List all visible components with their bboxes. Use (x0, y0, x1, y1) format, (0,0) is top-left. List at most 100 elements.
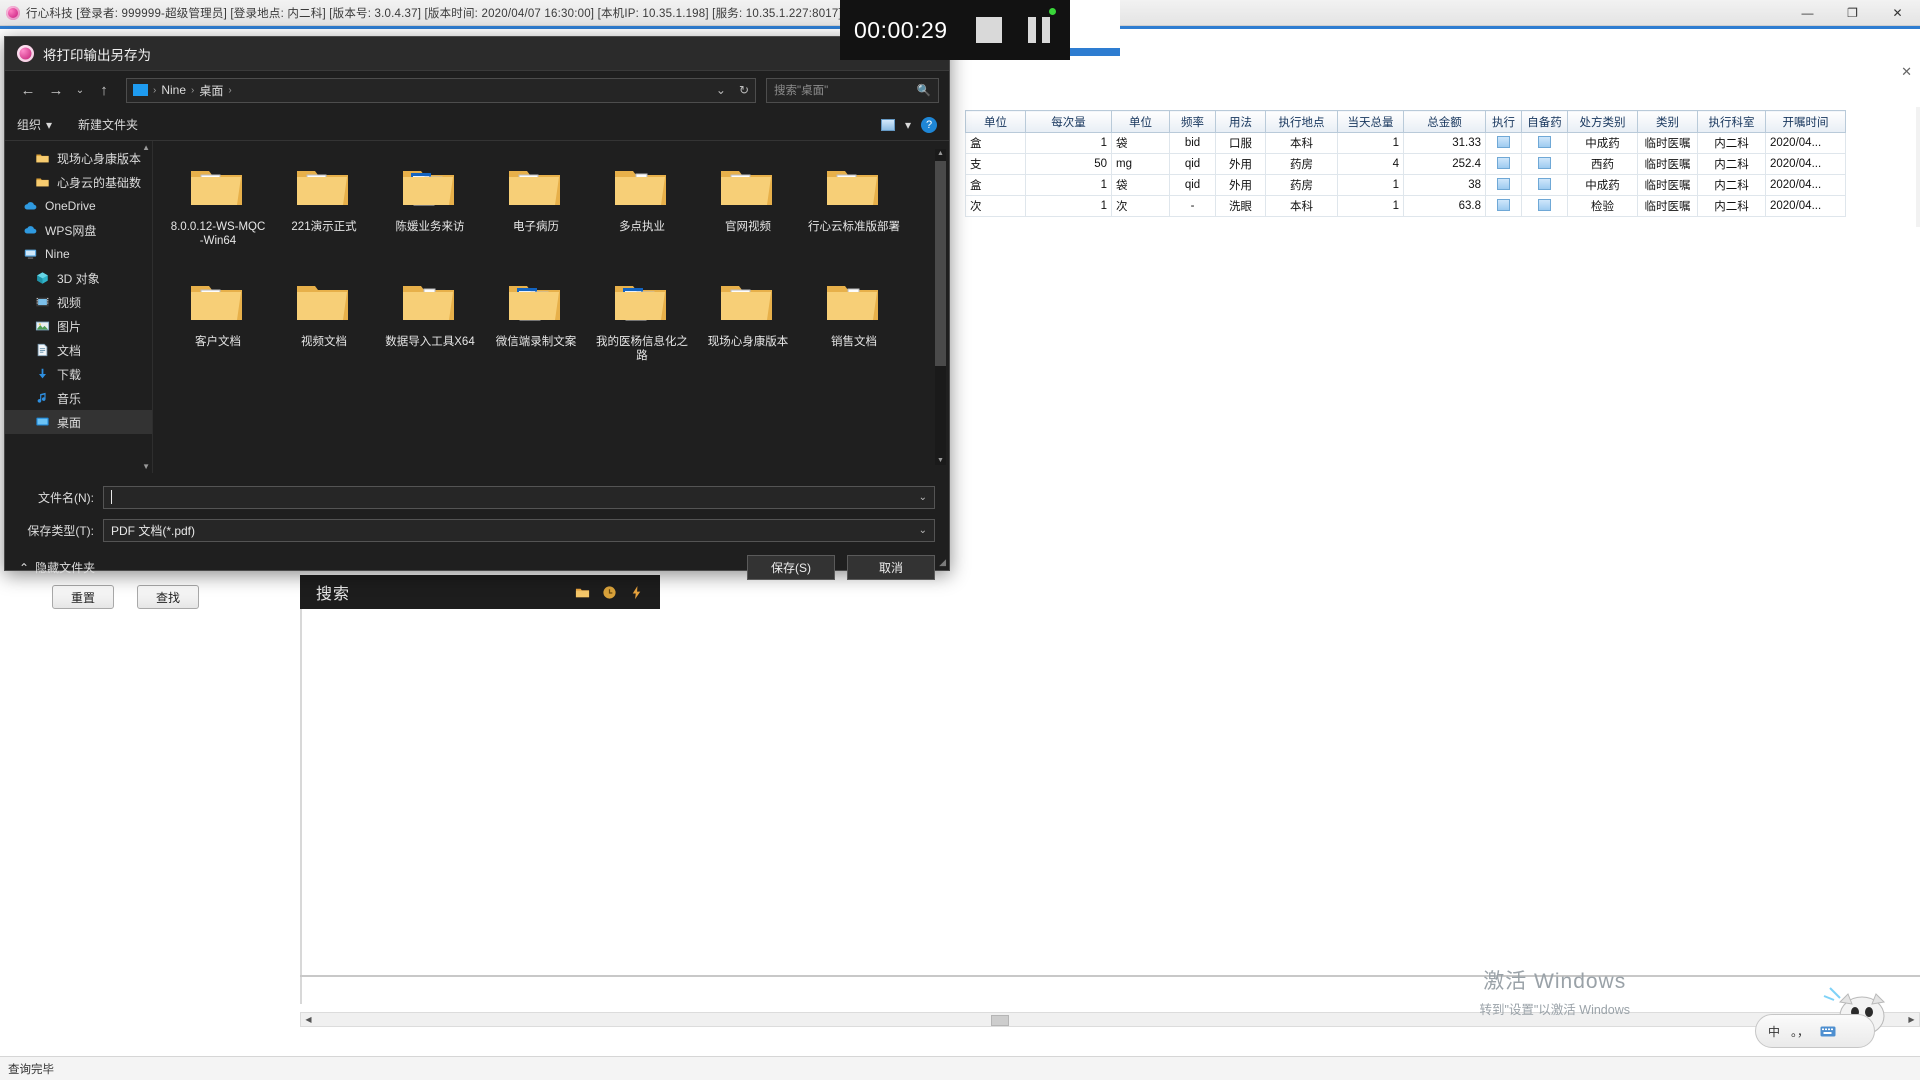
chevron-down-icon[interactable]: ⌄ (919, 525, 927, 536)
minimize-button[interactable]: — (1785, 0, 1830, 26)
sidebar-scroll-up-icon[interactable]: ▲ (142, 143, 150, 152)
file-item-12[interactable]: 现场心身康版本 (695, 270, 801, 385)
row-action-icon[interactable] (1538, 198, 1551, 211)
chevron-down-icon[interactable]: ⌄ (919, 492, 927, 503)
file-item-7[interactable]: 客户文档 (165, 270, 271, 385)
sidebar-item-8[interactable]: 文档 (5, 338, 152, 362)
chevron-down-icon[interactable]: ▾ (905, 118, 911, 132)
sidebar-item-9[interactable]: 下载 (5, 362, 152, 386)
cancel-button[interactable]: 取消 (847, 555, 935, 580)
file-item-11[interactable]: 我的医杨信息化之路 (589, 270, 695, 385)
address-bar[interactable]: › Nine › 桌面 › ⌄ ↻ (126, 77, 756, 103)
sidebar-item-2[interactable]: OneDrive (5, 194, 152, 218)
scroll-down-icon[interactable]: ▼ (935, 457, 946, 464)
find-button[interactable]: 查找 (137, 585, 199, 609)
new-folder-button[interactable]: 新建文件夹 (78, 116, 138, 133)
col-self-drug[interactable]: 自备药 (1521, 110, 1568, 133)
chevron-down-icon[interactable]: ⌄ (716, 83, 726, 97)
file-item-2[interactable]: 陈媛业务来访 (377, 155, 483, 270)
sidebar-item-3[interactable]: WPS网盘 (5, 218, 152, 242)
col-frequency[interactable]: 频率 (1169, 110, 1216, 133)
breadcrumb-item-0[interactable]: Nine (161, 83, 186, 97)
resize-grip[interactable]: ◢ (939, 557, 946, 568)
row-action-icon[interactable] (1538, 177, 1551, 190)
sidebar-item-6[interactable]: 视频 (5, 290, 152, 314)
scroll-up-icon[interactable]: ▲ (935, 150, 946, 157)
table-row[interactable]: 次 1 次 - 洗眼 本科 1 63.8 检验 临时医嘱 内二科 2020/04... (965, 195, 1846, 217)
help-icon[interactable]: ? (921, 116, 937, 133)
sidebar-item-1[interactable]: 心身云的基础数 (5, 170, 152, 194)
file-item-9[interactable]: 数据导入工具X64 (377, 270, 483, 385)
file-item-4[interactable]: 多点执业 (589, 155, 695, 270)
scroll-right-icon[interactable]: ▶ (1904, 1015, 1919, 1024)
col-order-time[interactable]: 开嘱时间 (1765, 110, 1846, 133)
col-usage[interactable]: 用法 (1215, 110, 1266, 133)
lightning-icon[interactable] (629, 585, 644, 600)
col-dept[interactable]: 执行科室 (1697, 110, 1766, 133)
close-button[interactable]: ✕ (1875, 0, 1920, 26)
row-action-icon[interactable] (1497, 198, 1510, 211)
refresh-icon[interactable]: ↻ (739, 83, 749, 97)
horizontal-scroll-thumb[interactable] (991, 1015, 1009, 1026)
row-action-icon[interactable] (1497, 156, 1510, 169)
file-list-pane[interactable]: 8.0.0.12-WS-MQC-Win64 221演示正式 陈媛业务来访 电子病… (153, 141, 949, 473)
reset-button[interactable]: 重置 (52, 585, 114, 609)
file-scroll-thumb[interactable] (935, 161, 946, 366)
file-list-scrollbar[interactable]: ▲ ▼ (935, 149, 946, 465)
view-icon[interactable] (880, 118, 895, 131)
sidebar-item-0[interactable]: 现场心身康版本 (5, 146, 152, 170)
ime-toolbar[interactable]: 中 。， (1755, 1014, 1875, 1048)
stop-icon[interactable] (975, 17, 1002, 43)
hide-folders-toggle[interactable]: ⌃ 隐藏文件夹 (19, 559, 95, 576)
arrow-right-icon[interactable]: → (43, 77, 69, 103)
row-action-icon[interactable] (1538, 135, 1551, 148)
file-item-10[interactable]: 微信端录制文案 (483, 270, 589, 385)
sidebar-item-7[interactable]: 图片 (5, 314, 152, 338)
maximize-button[interactable]: ❐ (1830, 0, 1875, 26)
filename-input[interactable]: ⌄ (103, 485, 935, 509)
search-icon[interactable]: 🔍 (917, 83, 931, 97)
breadcrumb-item-1[interactable]: 桌面 (199, 82, 223, 99)
col-unit2[interactable]: 单位 (1111, 110, 1170, 133)
col-unit1[interactable]: 单位 (965, 110, 1026, 133)
search-input[interactable]: 搜索"桌面" 🔍 (766, 77, 939, 103)
filetype-select[interactable]: PDF 文档(*.pdf) ⌄ (103, 518, 935, 542)
file-item-6[interactable]: 行心云标准版部署 (801, 155, 907, 270)
sidebar-scroll-down-icon[interactable]: ▼ (142, 462, 150, 471)
clock-icon[interactable] (602, 585, 617, 600)
organize-button[interactable]: 组织 ▾ (17, 116, 52, 133)
ime-punctuation-label[interactable]: 。， (1791, 1023, 1809, 1040)
sidebar-item-4[interactable]: Nine (5, 242, 152, 266)
col-amount[interactable]: 总金额 (1403, 110, 1486, 133)
col-dose[interactable]: 每次量 (1025, 110, 1112, 133)
table-row[interactable]: 盒 1 袋 qid 外用 药房 1 38 中成药 临时医嘱 内二科 2020/04... (965, 174, 1846, 196)
row-action-icon[interactable] (1497, 135, 1510, 148)
file-item-3[interactable]: 电子病历 (483, 155, 589, 270)
horizontal-scrollbar[interactable]: ◀ ▶ (300, 1012, 1920, 1027)
col-day-total[interactable]: 当天总量 (1337, 110, 1404, 133)
col-exec[interactable]: 执行 (1485, 110, 1522, 133)
table-row[interactable]: 盒 1 袋 bid 口服 本科 1 31.33 中成药 临时医嘱 内二科 2020/04... (965, 132, 1846, 154)
file-item-0[interactable]: 8.0.0.12-WS-MQC-Win64 (165, 155, 271, 270)
pause-icon[interactable] (1027, 17, 1050, 43)
keyboard-icon[interactable] (1820, 1026, 1836, 1037)
file-item-8[interactable]: 视频文档 (271, 270, 377, 385)
table-row[interactable]: 支 50 mg qid 外用 药房 4 252.4 西药 临时医嘱 内二科 2020/04... (965, 153, 1846, 175)
file-item-5[interactable]: 官网视频 (695, 155, 801, 270)
folder-icon[interactable] (575, 585, 590, 600)
sidebar-item-11[interactable]: 桌面 (5, 410, 152, 434)
save-button[interactable]: 保存(S) (747, 555, 835, 580)
col-exec-place[interactable]: 执行地点 (1265, 110, 1338, 133)
row-action-icon[interactable] (1497, 177, 1510, 190)
file-item-1[interactable]: 221演示正式 (271, 155, 377, 270)
file-item-13[interactable]: 销售文档 (801, 270, 907, 385)
arrow-left-icon[interactable]: ← (15, 77, 41, 103)
col-category[interactable]: 类别 (1637, 110, 1698, 133)
ime-mode-label[interactable]: 中 (1768, 1023, 1780, 1040)
chevron-down-icon[interactable]: ⌄ (71, 77, 89, 103)
col-rx-type[interactable]: 处方类别 (1567, 110, 1638, 133)
arrow-up-icon[interactable]: ↑ (91, 77, 117, 103)
row-action-icon[interactable] (1538, 156, 1551, 169)
sidebar-item-5[interactable]: 3D 对象 (5, 266, 152, 290)
scroll-left-icon[interactable]: ◀ (301, 1015, 316, 1024)
